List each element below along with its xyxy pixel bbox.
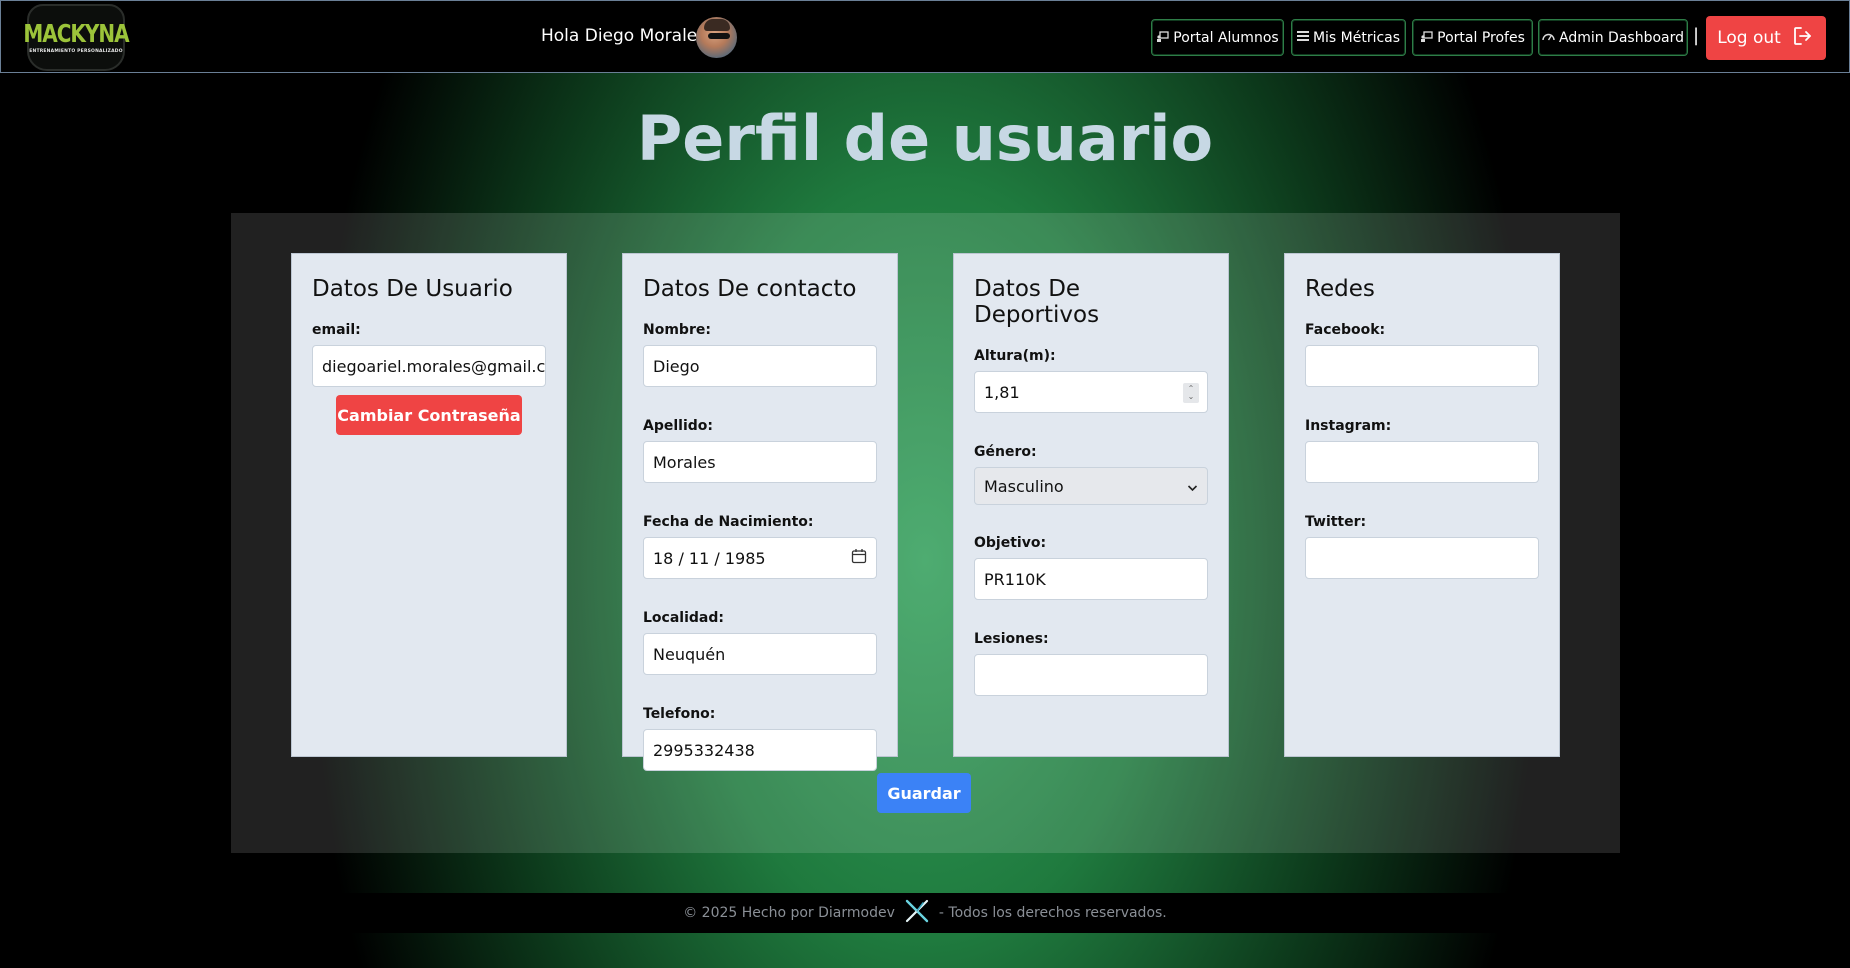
list-icon (1296, 31, 1309, 44)
logout-icon (1791, 24, 1815, 53)
twitter-field[interactable] (1305, 537, 1539, 579)
apellido-label: Apellido: (643, 418, 713, 434)
localidad-field[interactable]: Neuquén (643, 633, 877, 675)
nav-label: Admin Dashboard (1558, 29, 1685, 46)
genero-select[interactable]: Masculino (974, 467, 1208, 505)
objetivo-field[interactable]: PR110K (974, 558, 1208, 600)
avatar-hair (704, 19, 730, 31)
page-title: Perfil de usuario (636, 102, 1214, 175)
localidad-value: Neuquén (653, 644, 726, 664)
footer-text-right: - Todos los derechos reservados. (938, 905, 1167, 921)
nombre-value: Diego (653, 356, 700, 376)
nav-label: Portal Alumnos (1173, 29, 1279, 46)
apellido-field[interactable]: Morales (643, 441, 877, 483)
nav-label: Mis Métricas (1312, 29, 1401, 46)
card-title: Datos De Deportivos (974, 276, 1100, 328)
telefono-field[interactable]: 2995332438 (643, 729, 877, 771)
gauge-icon (1542, 31, 1555, 44)
card-datos-deportivos: Datos De Deportivos Altura(m): 1,81 ⌃ ⌄ G… (953, 253, 1229, 757)
greeting-text: Hola Diego Morales! (541, 26, 713, 46)
localidad-label: Localidad: (643, 610, 724, 626)
number-spinner-icon[interactable]: ⌃ ⌄ (1183, 383, 1199, 403)
card-title: Datos De contacto (643, 276, 857, 302)
fecha-nacimiento-label: Fecha de Nacimiento: (643, 514, 814, 530)
nav-separator: | (1693, 25, 1700, 46)
facebook-field[interactable] (1305, 345, 1539, 387)
brand-logo[interactable]: MACKYNA ENTRENAMIENTO PERSONALIZADO (23, 4, 130, 71)
person-board-icon (1420, 30, 1433, 45)
avatar[interactable] (696, 17, 737, 58)
nombre-label: Nombre: (643, 322, 711, 338)
change-password-button[interactable]: Cambiar Contraseña (336, 395, 522, 435)
altura-label: Altura(m): (974, 348, 1056, 364)
nav-mis-metricas-button[interactable]: Mis Métricas (1291, 19, 1406, 56)
card-datos-usuario: Datos De Usuario email: diegoariel.moral… (291, 253, 567, 757)
facebook-label: Facebook: (1305, 322, 1386, 338)
top-navbar: MACKYNA ENTRENAMIENTO PERSONALIZADO Hola… (0, 0, 1850, 73)
twitter-label: Twitter: (1305, 514, 1367, 530)
instagram-label: Instagram: (1305, 418, 1392, 434)
telefono-label: Telefono: (643, 706, 716, 722)
card-redes: Redes Facebook: Instagram: Twitter: (1284, 253, 1560, 757)
fecha-nacimiento-field[interactable]: 18 / 11 / 1985 (643, 537, 877, 579)
card-title: Datos De Usuario (312, 276, 513, 302)
email-label: email: (312, 322, 361, 338)
chevron-down-icon (1187, 477, 1198, 496)
calendar-icon[interactable] (851, 548, 867, 568)
card-title: Redes (1305, 276, 1375, 302)
profile-panel: Datos De Usuario email: diegoariel.moral… (231, 213, 1620, 853)
diarmodev-logo-icon[interactable] (903, 898, 931, 928)
nav-portal-profes-button[interactable]: Portal Profes (1412, 19, 1533, 56)
lesiones-label: Lesiones: (974, 631, 1049, 647)
avatar-glasses (708, 33, 730, 39)
apellido-value: Morales (653, 452, 716, 472)
email-value: diegoariel.morales@gmail.com (322, 356, 546, 376)
save-button[interactable]: Guardar (877, 773, 971, 813)
person-board-icon (1156, 30, 1169, 45)
nav-admin-dashboard-button[interactable]: Admin Dashboard (1538, 19, 1688, 56)
genero-label: Género: (974, 444, 1037, 460)
nav-label: Portal Profes (1437, 29, 1525, 46)
nombre-field[interactable]: Diego (643, 345, 877, 387)
instagram-field[interactable] (1305, 441, 1539, 483)
genero-value: Masculino (984, 476, 1064, 496)
objetivo-label: Objetivo: (974, 535, 1047, 551)
logo-title: MACKYNA (23, 18, 129, 48)
logo-subtitle: ENTRENAMIENTO PERSONALIZADO (29, 49, 123, 54)
lesiones-field[interactable] (974, 654, 1208, 696)
footer-text-left: © 2025 Hecho por Diarmodev (683, 905, 895, 921)
telefono-value: 2995332438 (653, 740, 755, 760)
nav-portal-alumnos-button[interactable]: Portal Alumnos (1151, 19, 1284, 56)
altura-field[interactable]: 1,81 ⌃ ⌄ (974, 371, 1208, 413)
email-field[interactable]: diegoariel.morales@gmail.com (312, 345, 546, 387)
card-datos-contacto: Datos De contacto Nombre: Diego Apellido… (622, 253, 898, 771)
logout-label: Log out (1717, 28, 1781, 48)
logout-button[interactable]: Log out (1706, 16, 1826, 60)
altura-value: 1,81 (984, 382, 1020, 402)
footer: © 2025 Hecho por Diarmodev - Todos los d… (0, 893, 1850, 933)
objetivo-value: PR110K (984, 569, 1046, 589)
fecha-nacimiento-value: 18 / 11 / 1985 (653, 548, 766, 568)
